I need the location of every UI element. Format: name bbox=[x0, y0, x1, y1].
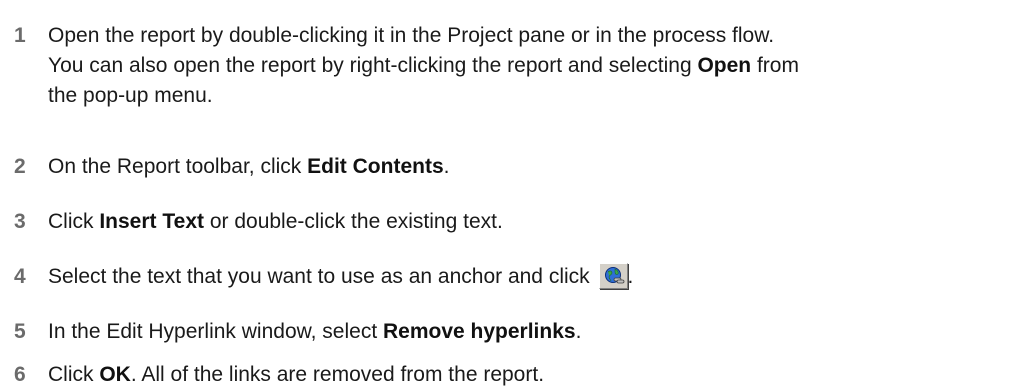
step-text: On the Report toolbar, click Edit Conten… bbox=[48, 152, 1008, 182]
step-text-segment: or double-click the existing text. bbox=[204, 210, 503, 233]
step-text-segment: You can also open the report by right-cl… bbox=[48, 54, 698, 77]
step-text-line: In the Edit Hyperlink window, select Rem… bbox=[48, 317, 1008, 347]
step-text-segment: from bbox=[751, 54, 799, 77]
step-text: In the Edit Hyperlink window, select Rem… bbox=[48, 317, 1008, 347]
instruction-steps: 1 Open the report by double-clicking it … bbox=[0, 0, 1016, 389]
step-text-segment: Click bbox=[48, 210, 100, 233]
ui-term: Remove hyperlinks bbox=[383, 320, 576, 343]
step-text-line: the pop-up menu. bbox=[48, 81, 1008, 111]
step-text-line: Click Insert Text or double-click the ex… bbox=[48, 207, 1008, 237]
step-text-segment: . All of the links are removed from the … bbox=[130, 363, 545, 386]
step-number: 6 bbox=[14, 363, 26, 386]
step-text: Select the text that you want to use as … bbox=[48, 262, 1008, 292]
step-number: 4 bbox=[14, 265, 26, 288]
step-text: Click Insert Text or double-click the ex… bbox=[48, 207, 1008, 237]
step-number: 1 bbox=[14, 24, 26, 47]
step-text-segment: . bbox=[575, 320, 582, 343]
step-text: Click OK. All of the links are removed f… bbox=[48, 360, 1008, 389]
step-text-line: You can also open the report by right-cl… bbox=[48, 51, 1008, 81]
step-text-line: Open the report by double-clicking it in… bbox=[48, 21, 1008, 51]
step-number: 2 bbox=[14, 155, 26, 178]
step-number: 3 bbox=[14, 210, 26, 233]
step-text-segment: In the Edit Hyperlink window, select bbox=[48, 320, 383, 343]
ui-term: OK bbox=[99, 363, 131, 386]
step-number: 5 bbox=[14, 320, 26, 343]
hyperlink-globe-icon[interactable] bbox=[598, 263, 628, 289]
step-text-segment: Click bbox=[48, 363, 100, 386]
step-text: Open the report by double-clicking it in… bbox=[48, 21, 1008, 111]
step-text-line: Click OK. All of the links are removed f… bbox=[48, 360, 1008, 389]
step-text-segment: Open the report by double-clicking it in… bbox=[48, 24, 775, 47]
ui-term: Insert Text bbox=[99, 210, 204, 233]
step-text-segment: . bbox=[627, 265, 634, 288]
step-text-segment: the pop-up menu. bbox=[48, 84, 213, 107]
step-text-line: Select the text that you want to use as … bbox=[48, 262, 1008, 292]
ui-term: Open bbox=[697, 54, 752, 77]
step-text-segment: On the Report toolbar, click bbox=[48, 155, 308, 178]
step-text-line: On the Report toolbar, click Edit Conten… bbox=[48, 152, 1008, 182]
step-text-segment: . bbox=[443, 155, 450, 178]
step-text-segment: Select the text that you want to use as … bbox=[48, 265, 596, 288]
ui-term: Edit Contents bbox=[307, 155, 444, 178]
